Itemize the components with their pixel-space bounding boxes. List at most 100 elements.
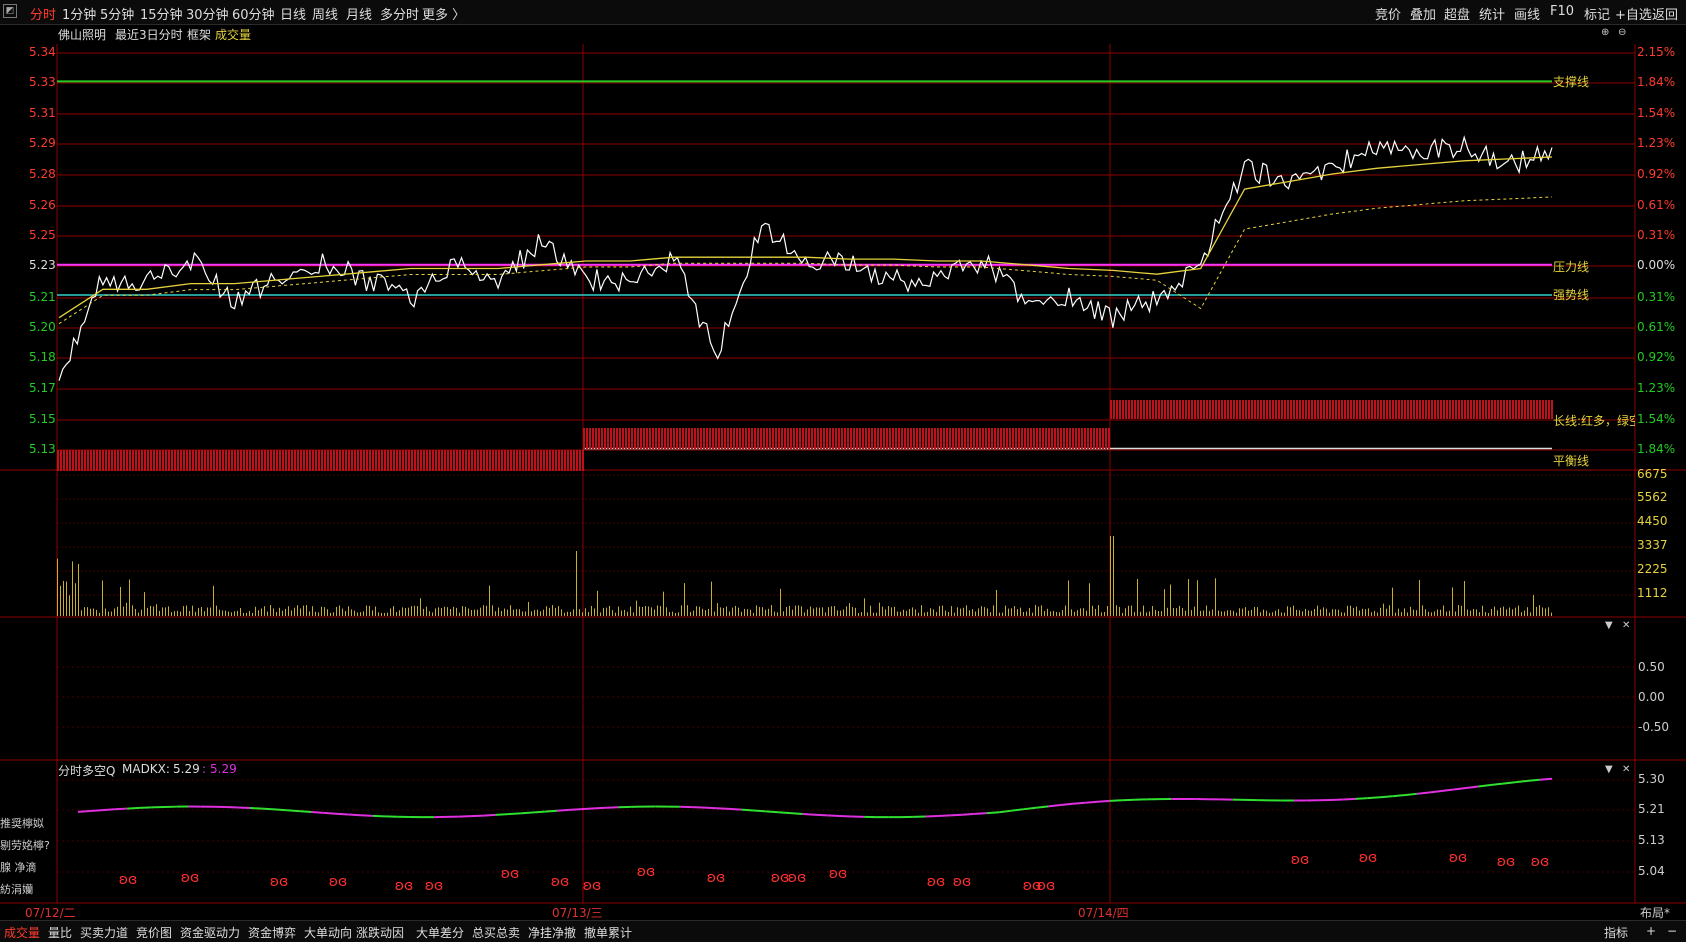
butterfly-marker-icon: ʚɞ	[181, 870, 200, 886]
volume-tick-4: 2225	[1637, 562, 1668, 576]
pct-tick-right-9: 0.61%	[1637, 320, 1675, 334]
butterfly-marker-icon: ʚɞ	[637, 864, 656, 880]
madkx-value-2: 5.29	[210, 762, 237, 776]
indicator-tabs-bar: 成交量量比买卖力道竞价图资金驱动力资金博弈大单动向涨跌动因大单差分总买总卖净挂净…	[0, 920, 1686, 942]
madkx-dropdown-icon[interactable]: ▼	[1605, 764, 1613, 775]
indicator-tab-0[interactable]: 成交量	[4, 924, 40, 941]
madkx-tick-2: 5.13	[1638, 833, 1665, 847]
indicator-control-2[interactable]: −	[1667, 924, 1677, 938]
pct-tick-right-8: 0.31%	[1637, 290, 1675, 304]
pct-tick-right-4: 0.92%	[1637, 167, 1675, 181]
volume-tick-5: 1112	[1637, 586, 1668, 600]
indicator-control-0[interactable]: 指标	[1604, 924, 1628, 941]
intraday-chart[interactable]: ʚɞʚɞʚɞʚɞʚɞʚɞʚɞʚɞʚɞʚɞʚɞʚɞʚɞʚɞʚɞʚɞʚɞʚɞʚɞʚɞ…	[0, 0, 1686, 941]
indicator-tab-6[interactable]: 大单动向	[304, 924, 352, 941]
butterfly-marker-icon: ʚɞ	[425, 878, 444, 894]
price-tick-left-11: 5.17	[29, 381, 56, 395]
pressure-line-label: 压力线	[1553, 258, 1589, 275]
average-price-line	[59, 157, 1552, 318]
indicator-tab-5[interactable]: 资金博弈	[248, 924, 296, 941]
indicator-tab-4[interactable]: 资金驱动力	[180, 924, 240, 941]
madkx-side-label-2: 腺 净滴	[0, 859, 37, 875]
butterfly-marker-icon: ʚɞ	[1037, 878, 1056, 894]
indicator-tick-0: 0.50	[1638, 660, 1665, 674]
price-tick-left-0: 5.34	[29, 45, 56, 59]
price-tick-left-7: 5.23	[29, 258, 56, 272]
butterfly-marker-icon: ʚɞ	[771, 870, 790, 886]
panel-close-icon[interactable]: ✕	[1622, 620, 1630, 631]
price-tick-left-2: 5.31	[29, 106, 56, 120]
panel-dropdown-icon[interactable]: ▼	[1605, 620, 1613, 631]
madkx-side-label-3: 紡涓孏	[0, 881, 33, 897]
butterfly-marker-icon: ʚɞ	[1497, 854, 1516, 870]
butterfly-marker-icon: ʚɞ	[1531, 854, 1550, 870]
long-bars-day1	[57, 450, 584, 471]
madkx-line	[78, 779, 1552, 817]
pct-tick-right-12: 1.54%	[1637, 412, 1675, 426]
indicator-control-1[interactable]: +	[1646, 924, 1656, 938]
madkx-side-label-1: 剔劳姳檸?	[0, 837, 50, 853]
price-tick-left-5: 5.26	[29, 198, 56, 212]
butterfly-marker-icon: ʚɞ	[953, 874, 972, 890]
indicator-tab-7[interactable]: 涨跌动因	[356, 924, 404, 941]
butterfly-marker-icon: ʚɞ	[119, 872, 138, 888]
price-tick-left-10: 5.18	[29, 350, 56, 364]
butterfly-marker-icon: ʚɞ	[395, 878, 414, 894]
layout-label[interactable]: 布局*	[1640, 904, 1670, 921]
pct-tick-right-6: 0.31%	[1637, 228, 1675, 242]
butterfly-marker-icon: ʚɞ	[788, 870, 807, 886]
butterfly-marker-icon: ʚɞ	[707, 870, 726, 886]
madkx-value-colon: :	[202, 762, 206, 776]
madkx-side-label-0: 推奨檸姒	[0, 815, 44, 831]
pct-tick-right-3: 1.23%	[1637, 136, 1675, 150]
price-tick-left-4: 5.28	[29, 167, 56, 181]
balance-line-label: 平衡线	[1553, 452, 1589, 469]
indicator-tab-8[interactable]: 大单差分	[416, 924, 464, 941]
indicator-tab-10[interactable]: 净挂净撤	[528, 924, 576, 941]
indicator-tab-2[interactable]: 买卖力道	[80, 924, 128, 941]
butterfly-marker-icon: ʚɞ	[1291, 852, 1310, 868]
madkx-name: MADKX:	[122, 762, 170, 776]
indicator-tab-1[interactable]: 量比	[48, 924, 72, 941]
price-tick-left-13: 5.13	[29, 442, 56, 456]
pct-tick-right-13: 1.84%	[1637, 442, 1675, 456]
indicator-tab-9[interactable]: 总买总卖	[472, 924, 520, 941]
support-line-label: 支撑线	[1553, 73, 1589, 90]
butterfly-marker-icon: ʚɞ	[1359, 850, 1378, 866]
pct-tick-right-0: 2.15%	[1637, 45, 1675, 59]
pct-tick-right-5: 0.61%	[1637, 198, 1675, 212]
butterfly-marker-icon: ʚɞ	[329, 874, 348, 890]
butterfly-marker-icon: ʚɞ	[270, 874, 289, 890]
madkx-value: 5.29	[173, 762, 200, 776]
butterfly-marker-icon: ʚɞ	[829, 866, 848, 882]
indicator-tick-1: 0.00	[1638, 690, 1665, 704]
pct-tick-right-7: 0.00%	[1637, 258, 1675, 272]
butterfly-marker-icon: ʚɞ	[583, 878, 602, 894]
volume-tick-1: 5562	[1637, 490, 1668, 504]
indicator-tab-3[interactable]: 竞价图	[136, 924, 172, 941]
butterfly-marker-icon: ʚɞ	[927, 874, 946, 890]
long-bars-day2	[583, 428, 1110, 449]
indicator-tab-11[interactable]: 撤单累计	[584, 924, 632, 941]
date-label-3: 07/14/四	[1078, 904, 1129, 921]
price-tick-left-3: 5.29	[29, 136, 56, 150]
pct-tick-right-2: 1.54%	[1637, 106, 1675, 120]
pct-tick-right-10: 0.92%	[1637, 350, 1675, 364]
butterfly-marker-icon: ʚɞ	[501, 866, 520, 882]
long-line-label: 长线:红多，绿空	[1553, 412, 1635, 429]
volume-tick-0: 6675	[1637, 467, 1668, 481]
date-label-1: 07/12/二	[25, 904, 76, 921]
date-label-2: 07/13/三	[552, 904, 603, 921]
volume-tick-2: 4450	[1637, 514, 1668, 528]
strong-line-label: 强势线	[1553, 286, 1589, 303]
madkx-close-icon[interactable]: ✕	[1622, 764, 1630, 775]
madkx-tick-1: 5.21	[1638, 802, 1665, 816]
lead-line	[59, 197, 1552, 324]
price-tick-left-6: 5.25	[29, 228, 56, 242]
butterfly-marker-icon: ʚɞ	[551, 874, 570, 890]
long-bars-day3	[1110, 400, 1553, 419]
pct-tick-right-11: 1.23%	[1637, 381, 1675, 395]
madkx-tick-3: 5.04	[1638, 864, 1665, 878]
butterfly-marker-icon: ʚɞ	[1449, 850, 1468, 866]
volume-bars	[57, 536, 1552, 616]
